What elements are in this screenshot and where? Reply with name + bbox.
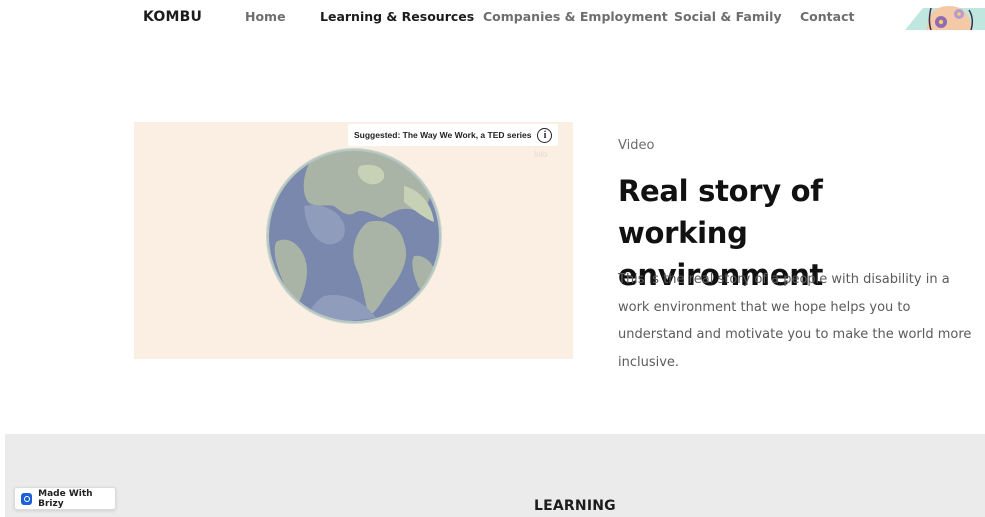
info-icon[interactable]: i [537, 127, 553, 143]
flower-illustration-icon [905, 6, 985, 30]
badge-label: Made With Brizy [38, 488, 93, 509]
brand-logo-text[interactable]: KOMBU [143, 9, 202, 25]
made-with-brizy-badge[interactable]: Made With Brizy [14, 487, 116, 510]
content-eyebrow: Video [618, 138, 655, 153]
nav-item-learning-resources[interactable]: Learning & Resources [320, 9, 474, 24]
learning-section-band [5, 434, 985, 517]
nav-item-companies-employment[interactable]: Companies & Employment [483, 9, 668, 24]
nav-item-social-family[interactable]: Social & Family [674, 9, 782, 24]
suggested-video-text: Suggested: The Way We Work, a TED series [354, 130, 532, 140]
globe-illustration [266, 148, 442, 324]
info-label: Info [534, 150, 548, 159]
suggested-video-banner[interactable]: Suggested: The Way We Work, a TED series… [348, 124, 559, 146]
brizy-logo-icon [21, 492, 33, 505]
nav-item-contact[interactable]: Contact [800, 9, 854, 24]
top-navigation: KOMBU Home Learning & Resources Companie… [0, 0, 985, 34]
video-player[interactable]: Suggested: The Way We Work, a TED series… [134, 122, 573, 359]
section-title: LEARNING [534, 498, 616, 514]
content-description: This is the real story of a people with … [618, 272, 972, 370]
nav-item-home[interactable]: Home [245, 9, 286, 24]
